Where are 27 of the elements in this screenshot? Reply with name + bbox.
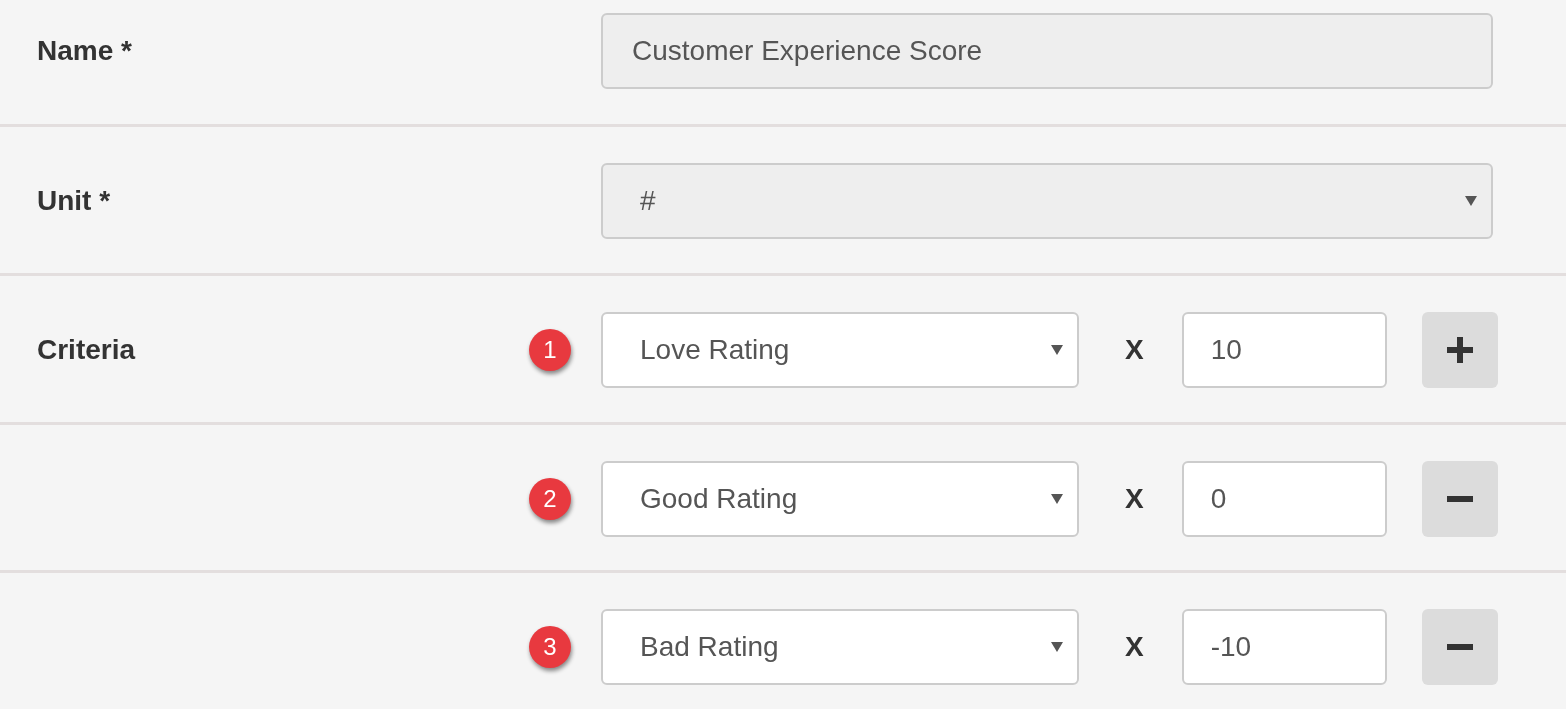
multiply-sign: X bbox=[1125, 482, 1144, 516]
field-label: Unit * bbox=[37, 184, 112, 218]
dropdown[interactable]: Bad Rating bbox=[601, 609, 1079, 685]
field-label: Criteria bbox=[37, 333, 137, 367]
caret-icon bbox=[1465, 196, 1477, 206]
remove-button[interactable] bbox=[1421, 461, 1498, 537]
multiply-sign: X bbox=[1125, 630, 1144, 664]
number-field[interactable]: 0 bbox=[1181, 461, 1387, 537]
caret-icon bbox=[1051, 345, 1063, 355]
minus-icon bbox=[1446, 644, 1473, 650]
number-badge: 2 bbox=[529, 478, 571, 520]
multiply-sign: X bbox=[1125, 333, 1144, 367]
number-badge: 1 bbox=[529, 329, 571, 371]
minus-icon bbox=[1446, 496, 1473, 502]
remove-button[interactable] bbox=[1421, 609, 1498, 685]
plus-icon bbox=[1446, 337, 1473, 363]
text-field: Customer Experience Score bbox=[601, 13, 1493, 89]
number-field[interactable]: 10 bbox=[1181, 312, 1387, 388]
dropdown[interactable]: Good Rating bbox=[601, 461, 1079, 537]
number-field[interactable]: -10 bbox=[1181, 609, 1387, 685]
caret-icon bbox=[1051, 642, 1063, 652]
field-label: Name * bbox=[37, 34, 133, 68]
caret-icon bbox=[1051, 494, 1063, 504]
dropdown[interactable]: Love Rating bbox=[601, 312, 1079, 388]
add-button[interactable] bbox=[1421, 312, 1498, 388]
dropdown: # bbox=[601, 163, 1493, 239]
number-badge: 3 bbox=[529, 626, 571, 668]
